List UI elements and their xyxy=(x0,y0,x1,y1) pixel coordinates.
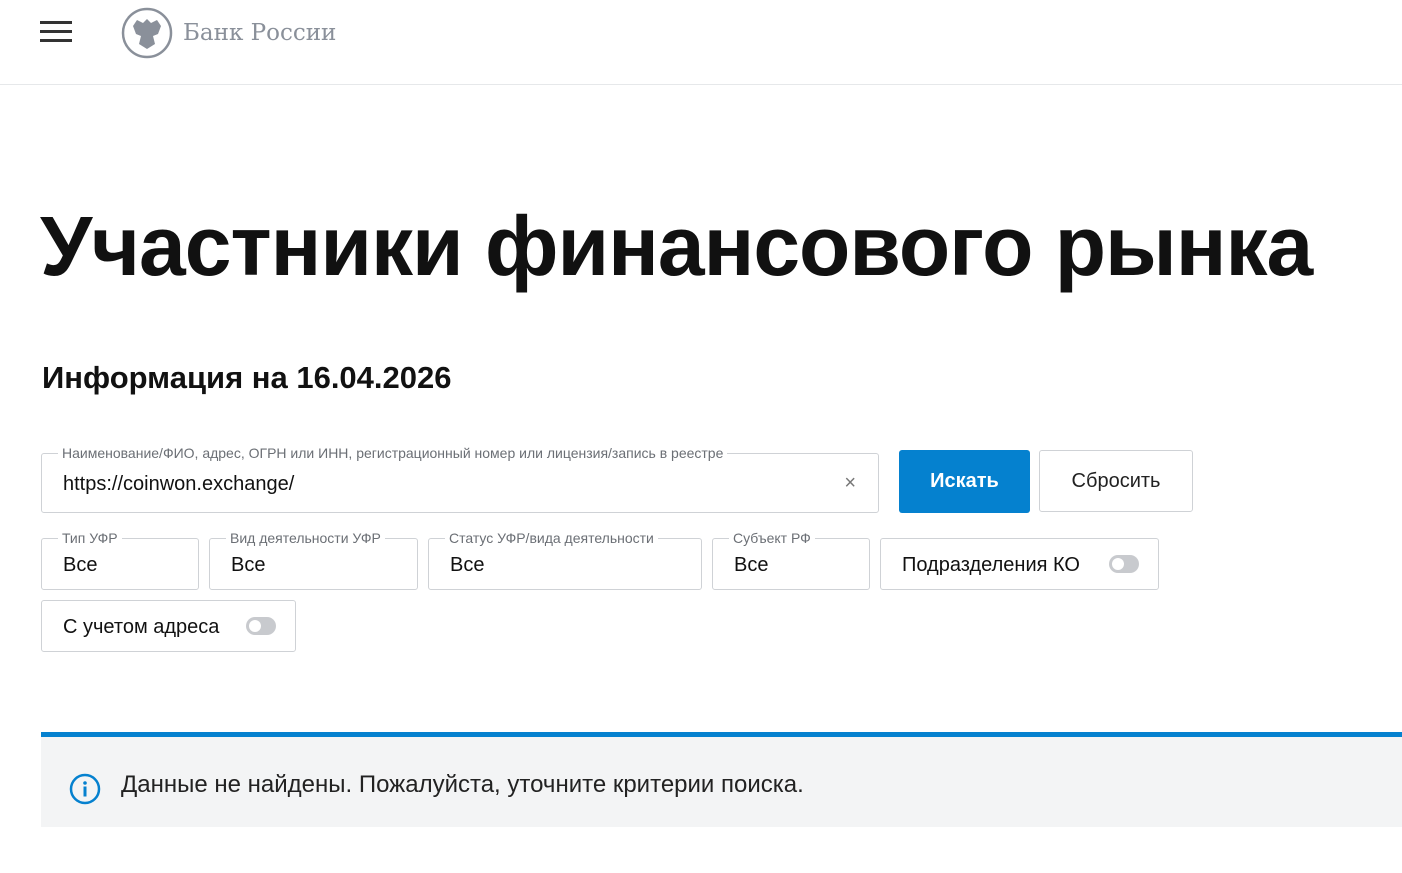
search-button[interactable]: Искать xyxy=(899,450,1030,513)
header: Банк России xyxy=(0,0,1402,85)
info-date: Информация на 16.04.2026 xyxy=(42,360,452,395)
filter-value: Все xyxy=(450,554,485,576)
filter-type[interactable]: Тип УФР Все xyxy=(41,530,199,590)
reset-button[interactable]: Сбросить xyxy=(1039,450,1193,512)
search-input[interactable]: Наименование/ФИО, адрес, ОГРН или ИНН, р… xyxy=(41,445,879,513)
filter-region[interactable]: Субъект РФ Все xyxy=(712,530,870,590)
clear-icon[interactable]: × xyxy=(844,472,856,495)
branches-toggle[interactable] xyxy=(1109,555,1139,573)
filter-value: Все xyxy=(63,554,98,576)
eagle-emblem-icon xyxy=(121,7,173,59)
search-label: Наименование/ФИО, адрес, ОГРН или ИНН, р… xyxy=(58,445,728,461)
page-title: Участники финансового рынка xyxy=(40,199,1313,293)
filter-label: Тип УФР xyxy=(58,530,122,546)
filter-value: Все xyxy=(231,554,266,576)
notice-text: Данные не найдены. Пожалуйста, уточните … xyxy=(121,771,804,798)
no-results-notice: Данные не найдены. Пожалуйста, уточните … xyxy=(41,732,1402,827)
filter-label: Вид деятельности УФР xyxy=(226,530,385,546)
filter-value: Все xyxy=(734,554,769,576)
filter-label: Статус УФР/вида деятельности xyxy=(445,530,658,546)
logo-text: Банк России xyxy=(183,20,337,46)
branches-toggle-field[interactable]: Подразделения КО xyxy=(880,538,1159,590)
address-toggle-label: С учетом адреса xyxy=(63,616,220,638)
filter-status[interactable]: Статус УФР/вида деятельности Все xyxy=(428,530,702,590)
address-toggle[interactable] xyxy=(246,617,276,635)
address-toggle-field[interactable]: С учетом адреса xyxy=(41,600,296,652)
info-icon xyxy=(69,773,101,805)
logo[interactable]: Банк России xyxy=(121,7,336,59)
search-value[interactable]: https://coinwon.exchange/ xyxy=(63,473,294,496)
filter-label: Субъект РФ xyxy=(729,530,815,546)
filter-activity[interactable]: Вид деятельности УФР Все xyxy=(209,530,418,590)
menu-icon[interactable] xyxy=(40,21,72,43)
branches-toggle-label: Подразделения КО xyxy=(902,554,1080,576)
